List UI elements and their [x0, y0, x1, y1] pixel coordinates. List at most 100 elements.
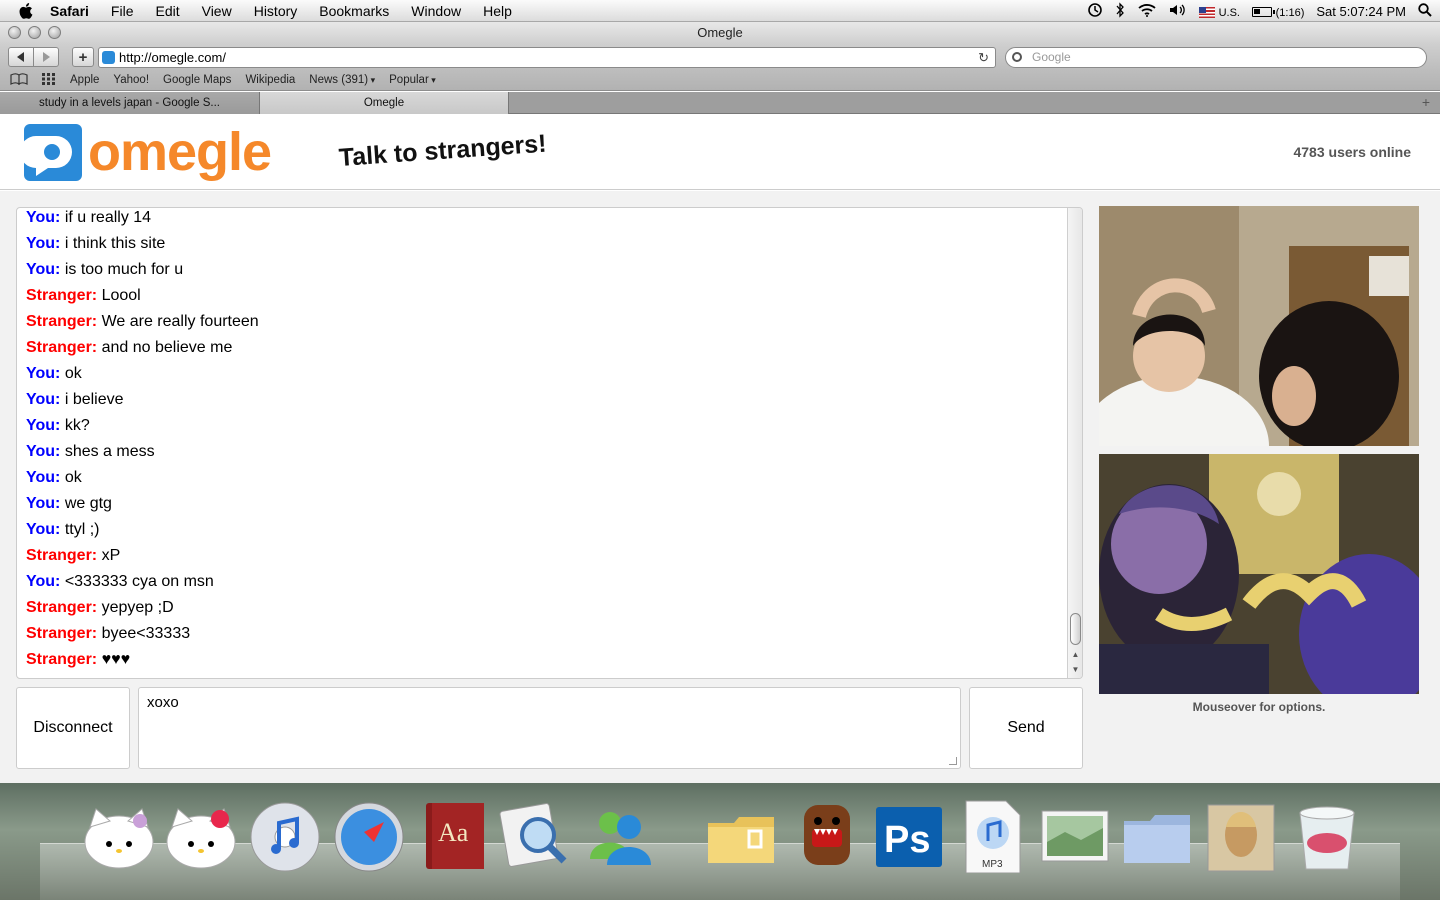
chat-sender-label: Stranger:: [26, 339, 98, 356]
input-source-menu[interactable]: U.S.: [1198, 4, 1240, 19]
documents-folder-icon[interactable]: [1120, 797, 1194, 873]
menu-bookmarks[interactable]: Bookmarks: [308, 3, 400, 19]
menu-history[interactable]: History: [243, 3, 309, 19]
bookmark-popular-folder[interactable]: Popular: [382, 74, 443, 86]
spotlight-icon[interactable]: [1418, 2, 1432, 20]
reload-icon[interactable]: ↻: [978, 48, 989, 67]
add-bookmark-button[interactable]: +: [72, 47, 94, 67]
tab-google-search[interactable]: study in a levels japan - Google S...: [0, 92, 260, 114]
tab-omegle[interactable]: Omegle: [260, 92, 509, 114]
chat-sender-label: You:: [26, 417, 61, 434]
scroll-up-arrow-icon[interactable]: ▲: [1068, 648, 1082, 662]
self-video[interactable]: [1099, 454, 1419, 694]
bookmark-news-folder[interactable]: News (391): [302, 74, 382, 86]
wifi-icon[interactable]: [1137, 3, 1157, 20]
scroll-down-arrow-icon[interactable]: ▼: [1068, 663, 1082, 677]
chat-message: You: if u really 14: [26, 208, 1066, 231]
menu-help[interactable]: Help: [472, 3, 523, 19]
resize-grip-icon[interactable]: [949, 757, 957, 765]
time-machine-icon[interactable]: [1087, 2, 1103, 21]
omegle-page: omegle Talk to strangers! 4783 users onl…: [0, 115, 1440, 783]
chat-message-text: Loool: [101, 287, 141, 304]
menu-file[interactable]: File: [100, 3, 145, 19]
menu-window[interactable]: Window: [400, 3, 472, 19]
battery-menu[interactable]: (1:16): [1252, 4, 1304, 19]
dictionary-icon[interactable]: Aa: [418, 797, 492, 873]
chat-message: Stranger: xP: [26, 543, 1066, 569]
chat-sender-label: You:: [26, 521, 61, 538]
bookmark-yahoo[interactable]: Yahoo!: [106, 74, 156, 86]
menu-view[interactable]: View: [191, 3, 243, 19]
address-bar[interactable]: http://omegle.com/ ↻: [98, 47, 996, 68]
search-field[interactable]: Google: [1005, 47, 1427, 68]
close-window-button[interactable]: [8, 26, 21, 39]
clock[interactable]: Sat 5:07:24 PM: [1316, 4, 1406, 19]
messenger-icon[interactable]: [582, 797, 656, 873]
chat-message-text: ttyl ;): [64, 521, 100, 538]
chat-sender-label: You:: [26, 443, 61, 460]
new-tab-icon[interactable]: +: [1422, 94, 1430, 110]
chat-message-text: shes a mess: [64, 443, 155, 460]
zoom-window-button[interactable]: [48, 26, 61, 39]
minimize-window-button[interactable]: [28, 26, 41, 39]
bookmark-wikipedia[interactable]: Wikipedia: [238, 74, 302, 86]
chat-message-text: ok: [64, 365, 82, 382]
input-source-label: U.S.: [1218, 6, 1240, 19]
preview-icon[interactable]: [498, 797, 572, 873]
mp3-file-label: MP3: [982, 859, 1003, 870]
screen: Safari File Edit View History Bookmarks …: [0, 0, 1440, 900]
chat-scrollbar[interactable]: ▲ ▼: [1067, 208, 1082, 678]
chat-message: You: <333333 cya on msn: [26, 569, 1066, 595]
menu-edit[interactable]: Edit: [144, 3, 190, 19]
photoshop-icon-text: Ps: [884, 819, 930, 861]
self-webcam-image: [1099, 454, 1419, 694]
battery-icon: [1252, 7, 1275, 18]
hello-kitty-icon[interactable]: [82, 797, 156, 873]
bookmark-apple[interactable]: Apple: [63, 74, 106, 86]
chat-message-text: xP: [101, 547, 121, 564]
bluetooth-icon[interactable]: [1115, 1, 1125, 21]
hello-kitty-icon-2[interactable]: [164, 797, 238, 873]
forward-button[interactable]: [33, 47, 59, 67]
chat-sender-label: You:: [26, 365, 61, 382]
status-menus: U.S. (1:16) Sat 5:07:24 PM: [1087, 0, 1432, 22]
show-bookmarks-icon[interactable]: [0, 72, 35, 88]
chat-sender-label: Stranger:: [26, 313, 98, 330]
disconnect-button[interactable]: Disconnect: [16, 687, 130, 769]
menu-app-name[interactable]: Safari: [50, 3, 100, 19]
battery-time: (1:16): [1275, 6, 1305, 19]
folder-icon[interactable]: [704, 797, 778, 873]
apple-menu-icon[interactable]: [16, 1, 36, 21]
chat-message-text: and no believe me: [101, 339, 233, 356]
chat-sender-label: Stranger:: [26, 547, 98, 564]
bookmark-google-maps[interactable]: Google Maps: [156, 74, 238, 86]
top-sites-grid-icon[interactable]: [35, 72, 63, 88]
chat-log[interactable]: You: if u really 14 You: i think this sit…: [16, 207, 1083, 679]
itunes-icon[interactable]: [248, 797, 322, 873]
stranger-video[interactable]: [1099, 206, 1419, 446]
trash-icon[interactable]: [1290, 797, 1364, 873]
back-button[interactable]: [8, 47, 34, 67]
chat-sender-label: Stranger:: [26, 599, 98, 616]
volume-icon[interactable]: [1169, 3, 1187, 20]
chat-message-text: byee<33333: [101, 625, 191, 642]
chat-message-text: We are really fourteen: [101, 313, 259, 330]
send-button[interactable]: Send: [969, 687, 1083, 769]
domo-icon[interactable]: [790, 797, 864, 873]
album-art-icon[interactable]: [1204, 797, 1278, 873]
chat-message-text: is too much for u: [64, 261, 184, 278]
stranger-webcam-image: [1099, 206, 1419, 446]
scrollbar-thumb[interactable]: [1070, 613, 1081, 645]
window-title: Omegle: [697, 25, 743, 40]
photoshop-icon[interactable]: Ps: [872, 797, 946, 873]
message-input[interactable]: xoxo: [138, 687, 961, 769]
users-online-count: 4783 users online: [1293, 144, 1411, 160]
photo-stack-icon[interactable]: [1038, 797, 1112, 873]
chat-message-text: ok: [64, 469, 82, 486]
chat-message: Stranger: We are really fourteen: [26, 309, 1066, 335]
chat-area: You: if u really 14 You: i think this sit…: [0, 191, 1440, 783]
chat-message-text: if u really 14: [64, 209, 152, 226]
chat-sender-label: You:: [26, 235, 61, 252]
safari-icon[interactable]: [332, 797, 406, 873]
mp3-file-icon[interactable]: MP3: [956, 797, 1030, 874]
